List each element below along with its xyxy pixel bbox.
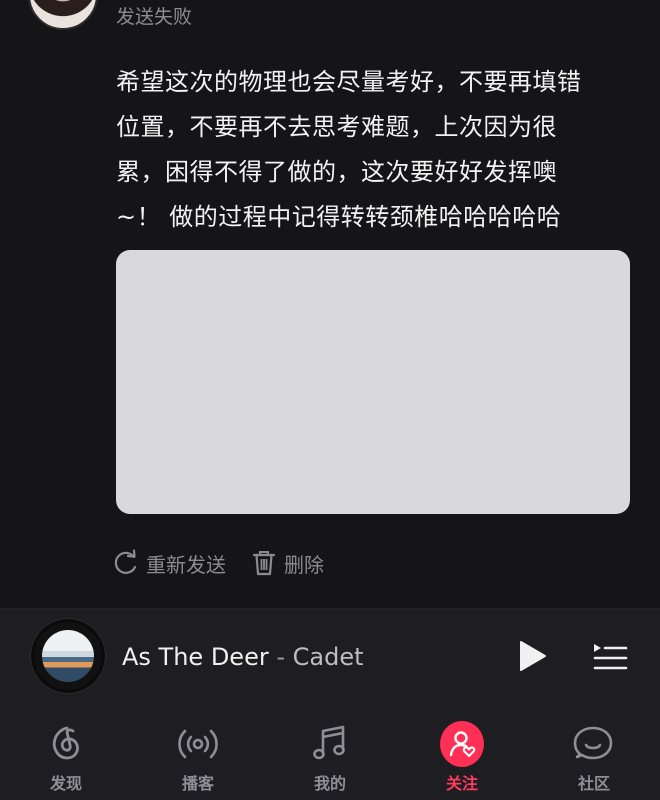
delete-button[interactable]: 删除 <box>250 549 324 578</box>
playlist-button[interactable] <box>588 638 632 678</box>
track-artist: Cadet <box>292 643 364 671</box>
music-note-icon <box>308 722 352 766</box>
post-text: 希望这次的物理也会尽量考好，不要再填错 位置，不要再不去思考难题，上次因为很 累… <box>116 60 636 240</box>
discover-icon <box>44 722 88 766</box>
play-button[interactable] <box>512 638 552 678</box>
delete-label: 删除 <box>284 552 324 577</box>
now-playing: As The Deer - Cadet <box>122 642 364 672</box>
post-text-line: ~！ 做的过程中记得转转颈椎哈哈哈哈哈 <box>116 203 562 231</box>
track-separator: - <box>268 643 293 671</box>
follow-icon <box>440 721 484 767</box>
nav-label: 社区 <box>577 774 610 793</box>
nav-label: 我的 <box>313 774 346 793</box>
nav-item-podcast[interactable]: 播客 <box>148 716 248 796</box>
refresh-icon <box>112 549 140 577</box>
playlist-icon <box>592 640 628 676</box>
post-actions: 重新发送 删除 <box>112 545 324 581</box>
nav-item-follow[interactable]: 关注 <box>412 716 512 796</box>
podcast-icon <box>176 722 220 766</box>
community-icon <box>572 722 616 766</box>
trash-icon <box>250 549 278 577</box>
post-text-line: 希望这次的物理也会尽量考好，不要再填错 <box>116 68 582 96</box>
nav-item-discover[interactable]: 发现 <box>16 716 116 796</box>
resend-label: 重新发送 <box>146 552 226 577</box>
nav-label: 关注 <box>445 774 478 793</box>
post-image[interactable] <box>116 250 630 514</box>
play-icon <box>516 639 548 677</box>
track-title: As The Deer <box>122 643 269 671</box>
nav-item-community[interactable]: 社区 <box>544 716 644 796</box>
bottom-nav: 发现 播客 我的 关注 社区 <box>0 706 660 800</box>
nav-label: 发现 <box>49 774 82 793</box>
nav-item-mine[interactable]: 我的 <box>280 716 380 796</box>
post-text-line: 累，困得不得了做的，这次要好好发挥噢 <box>116 158 557 186</box>
album-art <box>42 630 94 682</box>
album-disc[interactable] <box>30 618 106 694</box>
app-screen: 发送失败 希望这次的物理也会尽量考好，不要再填错 位置，不要再不去思考难题，上次… <box>0 0 660 800</box>
send-failed-status: 发送失败 <box>116 6 193 28</box>
post-text-line: 位置，不要再不去思考难题，上次因为很 <box>116 113 557 141</box>
nav-label: 播客 <box>181 774 214 793</box>
resend-button[interactable]: 重新发送 <box>112 549 226 578</box>
avatar[interactable] <box>28 0 98 30</box>
mini-player[interactable]: As The Deer - Cadet <box>0 610 660 706</box>
